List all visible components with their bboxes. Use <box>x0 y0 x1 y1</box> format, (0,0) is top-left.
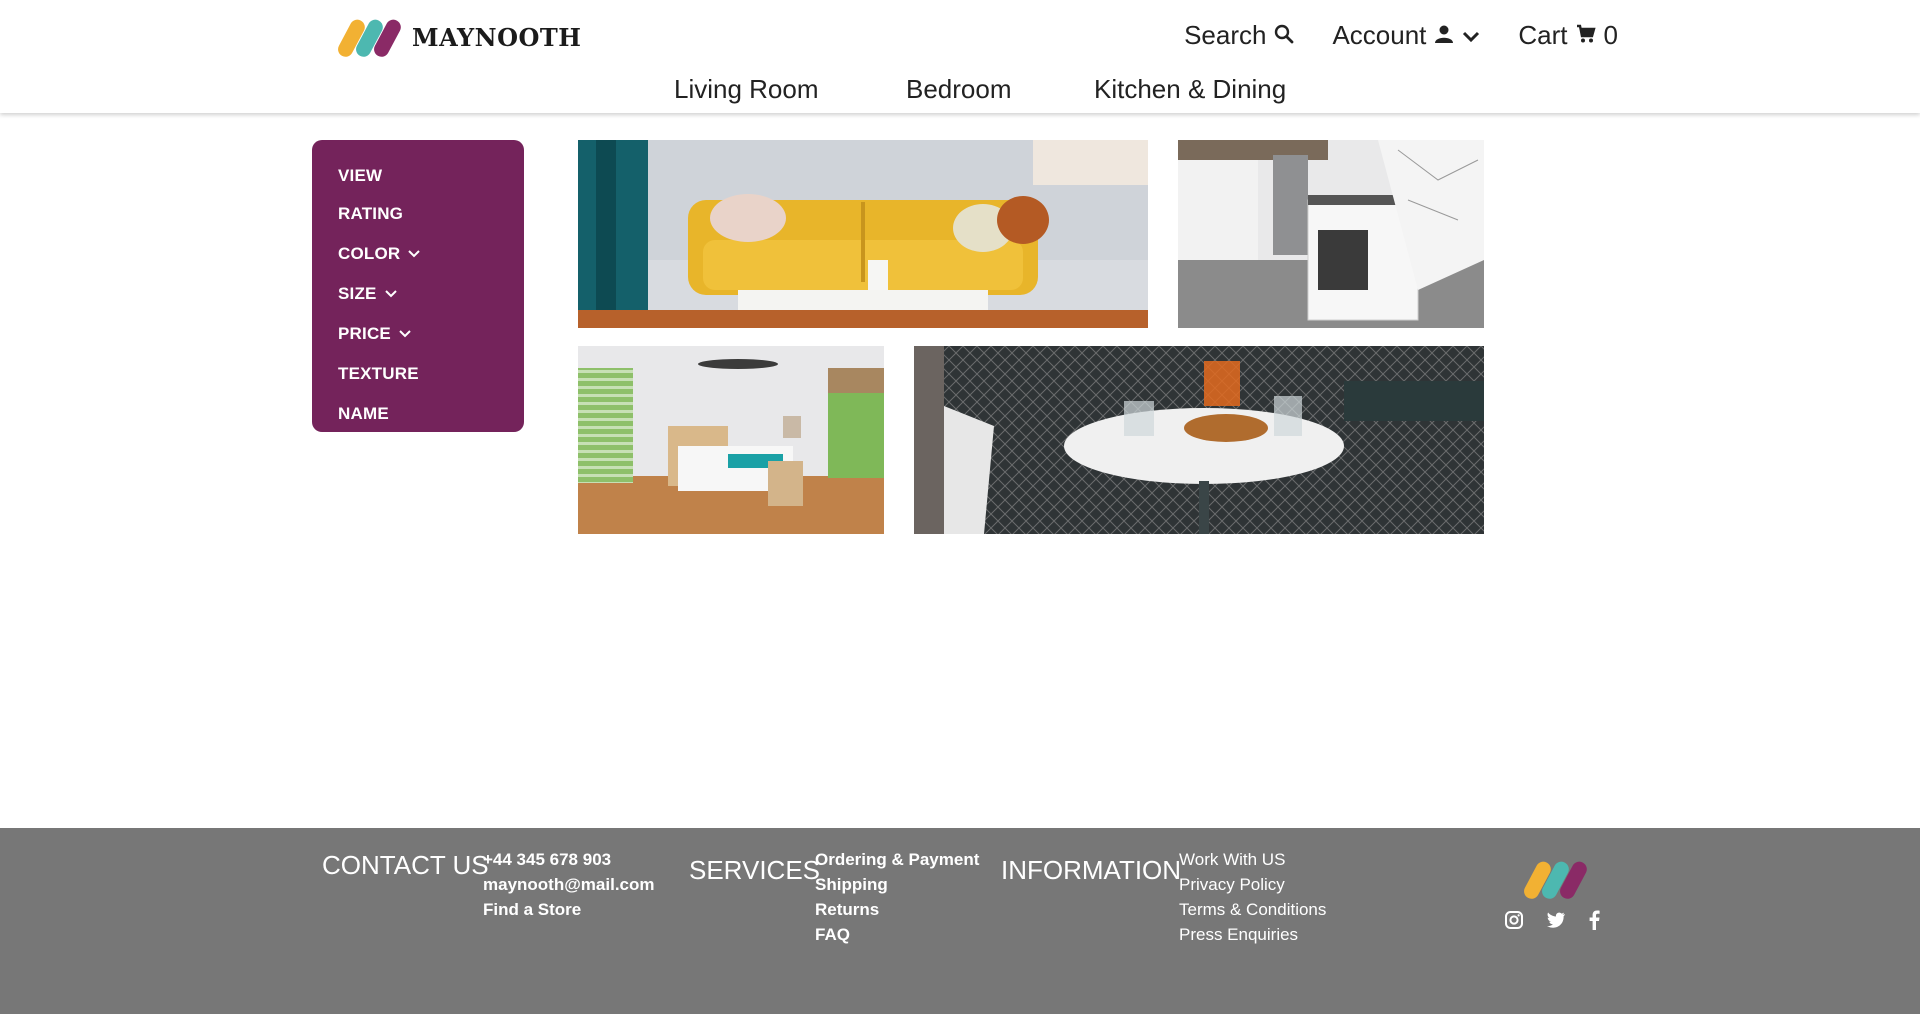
twitter-icon[interactable] <box>1546 911 1566 929</box>
privacy-policy-link[interactable]: Privacy Policy <box>1179 875 1326 894</box>
site-header: MAYNOOTH Search Account Cart 0 Living Ro… <box>0 0 1920 113</box>
cart-label: Cart <box>1518 20 1568 50</box>
brand-logo[interactable]: MAYNOOTH <box>336 16 581 58</box>
filter-price[interactable]: PRICE <box>338 314 524 354</box>
search-label: Search <box>1184 20 1267 50</box>
filter-label: PRICE <box>338 324 391 343</box>
chevron-down-icon <box>1462 20 1480 51</box>
nav-bedroom[interactable]: Bedroom <box>906 74 1012 105</box>
brand-name: MAYNOOTH <box>412 22 582 52</box>
contact-email[interactable]: maynooth@mail.com <box>483 875 655 894</box>
search-link[interactable]: Search <box>1184 20 1294 51</box>
chevron-down-icon <box>384 284 397 304</box>
filter-color[interactable]: COLOR <box>338 234 524 274</box>
filter-rating[interactable]: RATING <box>338 194 524 234</box>
facebook-icon[interactable] <box>1588 910 1600 930</box>
user-icon <box>1434 20 1454 51</box>
returns-link[interactable]: Returns <box>815 900 979 919</box>
filter-label: RATING <box>338 204 404 223</box>
category-nav: Living Room Bedroom Kitchen & Dining <box>0 74 1920 110</box>
filter-size[interactable]: SIZE <box>338 274 524 314</box>
chevron-down-icon <box>399 324 411 344</box>
filter-texture[interactable]: TEXTURE <box>338 354 524 394</box>
bedroom-photo[interactable] <box>578 346 884 534</box>
logo-mark-icon <box>1524 861 1587 899</box>
nav-living-room[interactable]: Living Room <box>674 74 819 105</box>
filter-label: SIZE <box>338 284 377 303</box>
cart-icon <box>1576 20 1596 51</box>
contact-phone[interactable]: +44 345 678 903 <box>483 850 655 869</box>
work-with-us-link[interactable]: Work With US <box>1179 850 1326 869</box>
account-menu[interactable]: Account <box>1332 20 1480 51</box>
search-icon <box>1274 20 1294 51</box>
chevron-down-icon <box>408 244 421 264</box>
filter-view[interactable]: VIEW <box>338 158 524 194</box>
top-utility-nav: Search Account Cart 0 <box>1184 20 1618 51</box>
contact-heading: CONTACT US <box>322 850 489 880</box>
social-links <box>1504 910 1600 930</box>
cart-count: 0 <box>1603 20 1618 50</box>
shipping-link[interactable]: Shipping <box>815 875 979 894</box>
footer-logo[interactable] <box>1522 858 1592 907</box>
faq-link[interactable]: FAQ <box>815 925 979 944</box>
services-heading: SERVICES <box>689 855 821 885</box>
press-enquiries-link[interactable]: Press Enquiries <box>1179 925 1326 944</box>
logo-mark-icon <box>338 19 401 57</box>
ordering-payment-link[interactable]: Ordering & Payment <box>815 850 979 869</box>
information-list: Work With US Privacy Policy Terms & Cond… <box>1179 850 1326 944</box>
information-heading: INFORMATION <box>1001 855 1182 885</box>
kitchen-photo[interactable] <box>1178 140 1484 328</box>
services-list: Ordering & Payment Shipping Returns FAQ <box>815 850 979 944</box>
find-store-link[interactable]: Find a Store <box>483 900 655 919</box>
cart-link[interactable]: Cart 0 <box>1518 20 1618 51</box>
living-room-photo[interactable] <box>578 140 1148 328</box>
filter-label: VIEW <box>338 166 383 185</box>
filter-label: TEXTURE <box>338 364 419 383</box>
dining-photo[interactable] <box>914 346 1484 534</box>
contact-list: +44 345 678 903 maynooth@mail.com Find a… <box>483 850 655 919</box>
terms-conditions-link[interactable]: Terms & Conditions <box>1179 900 1326 919</box>
filter-name[interactable]: NAME <box>338 394 524 434</box>
nav-kitchen-dining[interactable]: Kitchen & Dining <box>1094 74 1286 105</box>
filter-label: COLOR <box>338 244 401 263</box>
filter-sidebar: VIEW RATING COLOR SIZE PRICE TEXTURE NAM… <box>312 140 524 432</box>
instagram-icon[interactable] <box>1504 910 1524 930</box>
account-label: Account <box>1332 20 1427 50</box>
filter-label: NAME <box>338 404 389 423</box>
